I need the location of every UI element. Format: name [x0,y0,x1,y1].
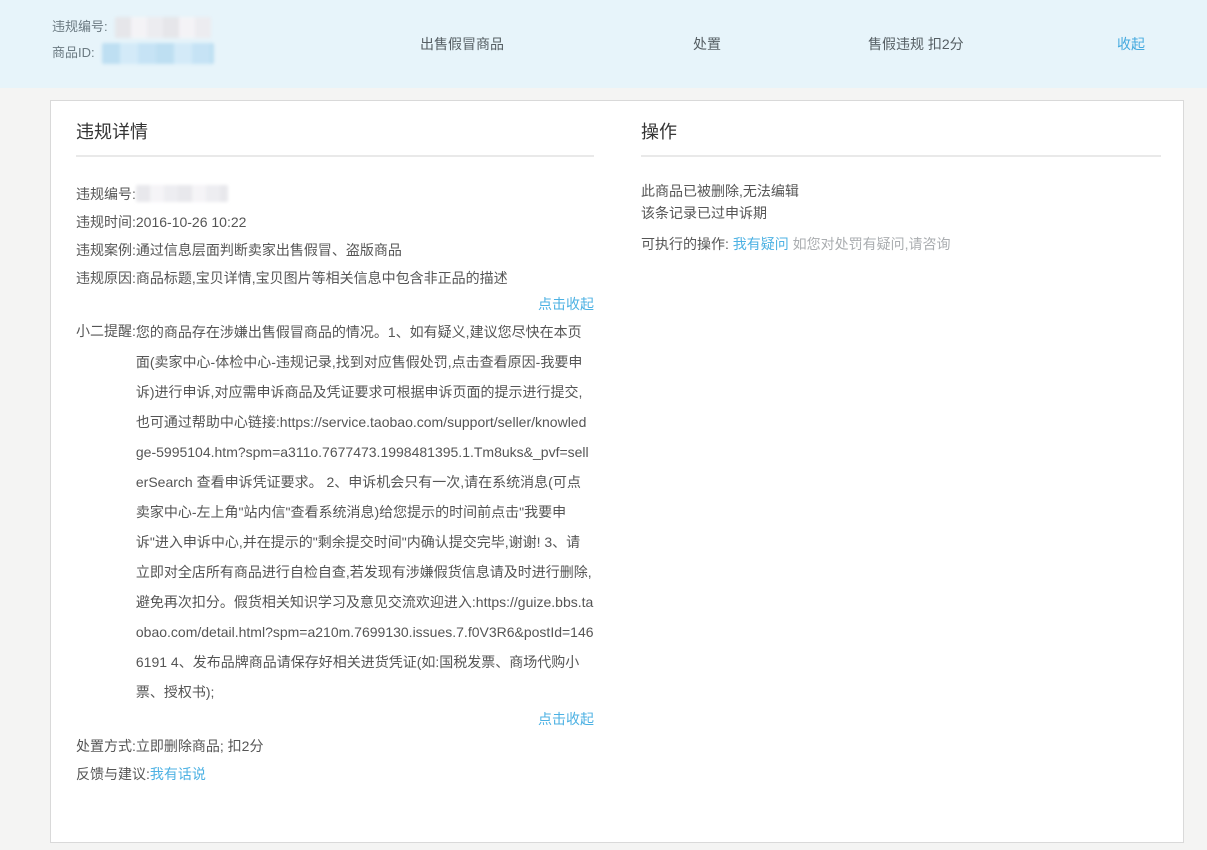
violation-reason-row: 违规原因: 商品标题,宝贝详情,宝贝图片等相关信息中包含非正品的描述 [76,264,594,292]
violation-case-label: 违规案例: [76,236,136,264]
violation-record-panel: 违规详情 违规编号: 违规时间: 2016-10-26 10:22 违规案例: … [50,100,1184,843]
operations-action-label: 可执行的操作: [641,236,729,252]
violation-no-row: 违规编号: [76,180,594,208]
collapse-reason-row: 点击收起 [76,292,594,317]
operations-action-row: 可执行的操作: 我有疑问 如您对处罚有疑问,请咨询 [641,233,1161,255]
collapse-reminder-row: 点击收起 [76,707,594,732]
violation-case-value: 通过信息层面判断卖家出售假冒、盗版商品 [136,236,402,264]
operations-section: 操作 此商品已被删除,无法编辑 该条记录已过申诉期 可执行的操作: 我有疑问 如… [641,118,1161,255]
disposal-row: 处置方式: 立即删除商品; 扣2分 [76,732,594,760]
summary-product-id-redacted-link[interactable] [102,43,214,64]
violation-reason-value: 商品标题,宝贝详情,宝贝图片等相关信息中包含非正品的描述 [136,264,508,292]
operations-status-line2: 该条记录已过申诉期 [641,202,1161,224]
summary-violation-type: 出售假冒商品 [420,34,504,54]
staff-reminder-label: 小二提醒: [76,317,136,707]
disposal-value: 立即删除商品; 扣2分 [136,732,264,760]
have-question-link[interactable]: 我有疑问 [733,236,789,252]
operations-title: 操作 [641,118,1161,157]
summary-violation-no-redacted [115,17,211,38]
summary-violation-no-label: 违规编号: [52,19,108,34]
violation-time-row: 违规时间: 2016-10-26 10:22 [76,208,594,236]
collapse-reminder-link[interactable]: 点击收起 [538,711,594,727]
feedback-label: 反馈与建议: [76,760,150,788]
operations-action-hint: 如您对处罚有疑问,请咨询 [793,236,951,252]
violation-no-value-redacted [136,185,228,202]
violation-no-label: 违规编号: [76,180,136,208]
summary-penalty: 售假违规 扣2分 [868,34,964,54]
violation-case-row: 违规案例: 通过信息层面判断卖家出售假冒、盗版商品 [76,236,594,264]
collapse-reason-link[interactable]: 点击收起 [538,296,594,312]
disposal-label: 处置方式: [76,732,136,760]
feedback-row: 反馈与建议: 我有话说 [76,760,594,788]
summary-product-id-label: 商品ID: [52,45,95,60]
operations-status-line1: 此商品已被删除,无法编辑 [641,180,1161,202]
violation-time-value: 2016-10-26 10:22 [136,208,247,236]
staff-reminder-text: 您的商品存在涉嫌出售假冒商品的情况。1、如有疑义,建议您尽快在本页面(卖家中心-… [136,317,594,707]
collapse-record-link[interactable]: 收起 [1117,34,1145,54]
violation-details-section: 违规详情 违规编号: 违规时间: 2016-10-26 10:22 违规案例: … [76,118,594,788]
staff-reminder-row: 小二提醒: 您的商品存在涉嫌出售假冒商品的情况。1、如有疑义,建议您尽快在本页面… [76,317,594,707]
details-title: 违规详情 [76,118,594,157]
summary-action: 处置 [693,34,721,54]
violation-reason-label: 违规原因: [76,264,136,292]
feedback-link[interactable]: 我有话说 [150,766,206,782]
violation-summary-bar: 违规编号: 商品ID: 出售假冒商品 处置 售假违规 扣2分 收起 [0,0,1207,88]
summary-ids: 违规编号: 商品ID: [52,14,214,66]
violation-time-label: 违规时间: [76,208,136,236]
